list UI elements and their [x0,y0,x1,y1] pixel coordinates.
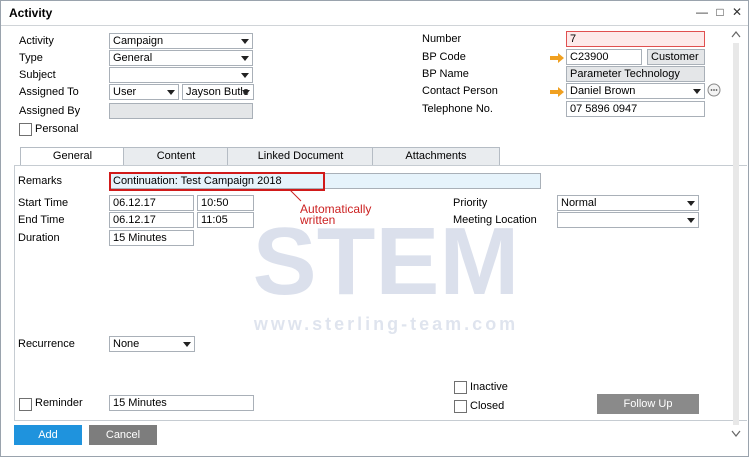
chevron-down-icon [687,218,695,223]
end-date-field[interactable]: 06.12.17 [109,212,194,228]
tab-content[interactable]: Content [123,147,229,165]
tab-linked-document[interactable]: Linked Document [227,147,374,165]
chevron-down-icon [241,56,249,61]
assigned-to-label: Assigned To [19,86,79,98]
vertical-scrollbar[interactable] [729,29,743,439]
activity-label: Activity [19,35,54,47]
cancel-button[interactable]: Cancel [89,425,157,445]
closed-label: Closed [470,400,505,412]
end-time-label: End Time [18,214,65,226]
recurrence-value: None [113,338,140,350]
meeting-location-label: Meeting Location [453,214,537,226]
bp-code-label: BP Code [422,51,466,63]
activity-value: Campaign [113,35,164,47]
chevron-down-icon [242,90,250,95]
assigned-by-field [109,103,253,119]
reminder-checkbox[interactable] [19,398,32,411]
assigned-by-label: Assigned By [19,105,81,117]
assigned-to-user-value: Jayson Butle [186,86,249,98]
start-date-field[interactable]: 06.12.17 [109,195,194,211]
annotation-line-2: written [300,213,336,227]
duration-field[interactable]: 15 Minutes [109,230,194,246]
chevron-down-icon [167,90,175,95]
reminder-field[interactable]: 15 Minutes [109,395,254,411]
number-field[interactable]: 7 [566,31,705,47]
start-time-label: Start Time [18,197,69,209]
type-label: Type [19,52,43,64]
link-arrow-icon[interactable] [550,53,564,63]
inactive-checkbox[interactable] [454,381,467,394]
personal-label: Personal [35,123,79,135]
bp-code-field[interactable]: C23900 [566,49,642,65]
assigned-to-type-select[interactable]: User [109,84,179,100]
title-bar: Activity — □ ✕ [1,1,748,26]
bp-type-field: Customer [647,49,705,65]
follow-up-button[interactable]: Follow Up [597,394,699,414]
window-title: Activity [9,6,53,20]
type-select[interactable]: General [109,50,253,66]
start-time-field[interactable]: 10:50 [197,195,254,211]
duration-label: Duration [18,232,60,244]
bp-name-field: Parameter Technology [566,66,705,82]
bp-name-label: BP Name [422,68,469,80]
contact-person-value: Daniel Brown [570,85,636,97]
add-button[interactable]: Add [14,425,82,445]
personal-checkbox[interactable] [19,123,32,136]
chevron-down-icon [241,39,249,44]
remarks-label: Remarks [18,175,63,187]
subject-select[interactable] [109,67,253,83]
close-icon[interactable]: ✕ [730,5,744,19]
more-options-icon[interactable] [707,83,721,97]
telephone-field[interactable]: 07 5896 0947 [566,101,705,117]
type-value: General [113,52,153,64]
annotation-pointer [289,189,302,202]
link-arrow-icon[interactable] [550,87,564,97]
meeting-location-select[interactable] [557,212,699,228]
minimize-icon[interactable]: — [695,5,709,19]
priority-value: Normal [561,197,597,209]
subject-label: Subject [19,69,56,81]
chevron-down-icon [241,73,249,78]
assigned-to-user-select[interactable]: Jayson Butle [182,84,254,100]
assigned-to-type-value: User [113,86,137,98]
inactive-label: Inactive [470,381,508,393]
telephone-label: Telephone No. [422,103,493,115]
tab-general[interactable]: General [20,147,125,166]
tab-attachments[interactable]: Attachments [372,147,500,165]
chevron-down-icon [183,342,191,347]
activity-select[interactable]: Campaign [109,33,253,49]
recurrence-select[interactable]: None [109,336,195,352]
closed-checkbox[interactable] [454,400,467,413]
recurrence-label: Recurrence [18,338,75,350]
contact-person-label: Contact Person [422,85,498,97]
reminder-label: Reminder [35,397,83,409]
priority-label: Priority [453,197,488,209]
maximize-icon[interactable]: □ [713,5,727,19]
number-label: Number [422,33,462,45]
priority-select[interactable]: Normal [557,195,699,211]
activity-window: Activity — □ ✕ Activity Campaign Type Ge… [0,0,749,457]
end-time-field[interactable]: 11:05 [197,212,254,228]
chevron-down-icon [693,89,701,94]
contact-person-select[interactable]: Daniel Brown [566,83,705,99]
chevron-down-icon [687,201,695,206]
